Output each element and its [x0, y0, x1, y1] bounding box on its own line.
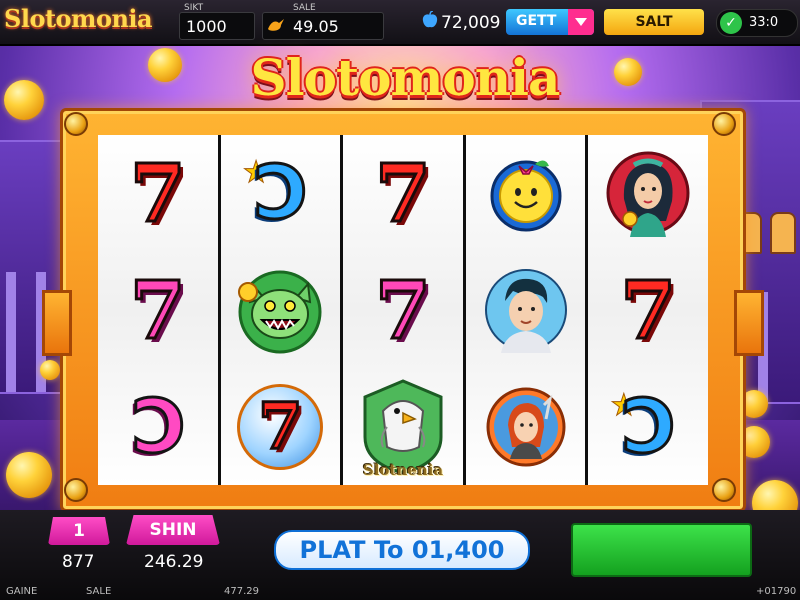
reel-cell: ★ C: [221, 135, 341, 252]
reel-cell: 7: [221, 368, 341, 485]
top-bar: Slotomonia SIKT 1000 SALE 49.05 72,009 G…: [0, 0, 800, 46]
check-icon: ✓: [720, 12, 742, 34]
c-blue-symbol: C: [252, 149, 309, 238]
stat-sikt: SIKT 1000: [179, 3, 255, 40]
get-button-label: GETT: [516, 13, 557, 29]
coin-decoration: [614, 58, 642, 86]
bet-lines-tab[interactable]: 1: [48, 517, 110, 545]
eagle-symbol-label: Slotnenia: [362, 461, 444, 480]
frame-bolt: [64, 478, 88, 502]
reel-4: [465, 135, 586, 485]
seven-badge-symbol: 7: [237, 383, 324, 470]
reel-1: 7 7 C: [98, 135, 218, 485]
chevron-down-icon[interactable]: [568, 9, 594, 35]
get-button[interactable]: GETT: [506, 9, 594, 35]
reel-cell: 7: [98, 252, 218, 369]
coin-decoration: [148, 48, 182, 82]
woman-portrait-symbol: [606, 151, 690, 238]
bonus-timer[interactable]: ✓ 33:0: [716, 9, 798, 37]
gem-balance: 72,009: [441, 13, 501, 33]
shin-tab[interactable]: SHIN: [126, 515, 220, 545]
frame-side-right: [734, 290, 764, 356]
seven-pink-symbol: 7: [128, 263, 187, 357]
reel-cell: Slotnenia: [343, 368, 463, 485]
frame-bolt: [712, 112, 736, 136]
cat-monster-symbol: [238, 270, 322, 354]
coin-decoration: [6, 452, 52, 498]
reel-cell: [588, 135, 708, 252]
reel-cell: 7: [588, 252, 708, 369]
reel-cell: [221, 252, 341, 369]
seven-red-symbol: 7: [257, 388, 305, 464]
stat-sale-value: 49.05: [293, 17, 339, 36]
footer-mid-value: 477.29: [224, 586, 259, 597]
smiley-symbol: [490, 160, 562, 232]
spin-button[interactable]: [571, 523, 752, 577]
plat-button[interactable]: PLAT To 01,400: [274, 530, 530, 570]
reel-cell: 7: [98, 135, 218, 252]
reel-cell: 7: [343, 252, 463, 369]
c-blue-symbol: C: [620, 382, 677, 471]
app-logo: Slotomonia: [4, 4, 153, 33]
reel-cell: [466, 252, 586, 369]
coin-decoration: [40, 360, 60, 380]
gem-icon: [422, 11, 438, 28]
seven-red-symbol: 7: [128, 146, 187, 241]
frame-bolt: [712, 478, 736, 502]
reel-cell: 7: [343, 135, 463, 252]
seven-pink-symbol: 7: [374, 263, 433, 357]
coin-decoration: [4, 80, 44, 120]
reel-2: ★ C 7: [220, 135, 341, 485]
footer-gaine: GAINE: [6, 586, 38, 597]
footer-right-value: +01790: [756, 586, 797, 597]
salt-button[interactable]: SALT: [604, 9, 704, 35]
shin-value: 246.29: [144, 552, 204, 572]
bet-lines-value: 877: [62, 552, 95, 572]
reel-cell: [466, 368, 586, 485]
timer-value: 33:0: [749, 15, 779, 30]
game-title: Slotomonia: [250, 48, 561, 107]
stat-sikt-value: 1000: [186, 17, 227, 36]
seven-red-symbol: 7: [374, 146, 433, 241]
footer-sale: SALE: [86, 586, 112, 597]
stat-sikt-label: SIKT: [184, 3, 204, 13]
reel-cell: [466, 135, 586, 252]
bird-icon: [268, 19, 284, 31]
girl-portrait-symbol: [486, 387, 566, 467]
c-pink-symbol: C: [129, 382, 186, 471]
reels-grid: 7 7 C ★ C 7 7 7 Slotnenia 7 ★ C: [98, 135, 708, 485]
frame-side-left: [42, 290, 72, 356]
boy-portrait-symbol: [484, 269, 567, 353]
stat-sale: SALE 49.05: [262, 3, 384, 40]
frame-bolt: [64, 112, 88, 136]
reel-5: 7 ★ C: [588, 135, 708, 485]
reel-cell: ★ C: [588, 368, 708, 485]
seven-red-symbol: 7: [619, 263, 678, 357]
reel-cell: C: [98, 368, 218, 485]
reel-3: 7 7 Slotnenia: [343, 135, 463, 485]
stat-sale-label: SALE: [293, 3, 316, 13]
